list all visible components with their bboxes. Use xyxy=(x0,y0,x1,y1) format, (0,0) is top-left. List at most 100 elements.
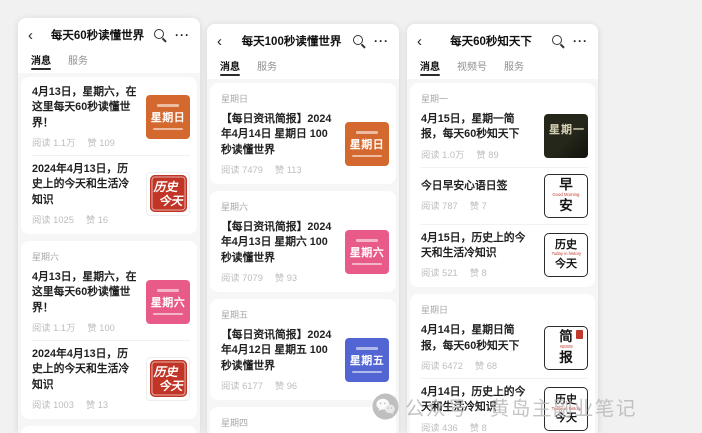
stamp-text-top: 历史 xyxy=(555,240,577,251)
back-icon[interactable]: ‹ xyxy=(217,34,230,49)
tab-messages[interactable]: 消息 xyxy=(219,56,241,79)
search-icon[interactable] xyxy=(154,29,166,41)
group-day-label: 星期五 xyxy=(32,428,190,433)
article-title: 4月15日，历史上的今天和生活冷知识 xyxy=(421,231,536,262)
article-item[interactable]: 4月13日，星期六，在这里每天60秒读懂世界！阅读 1.1万赞 100星期六 xyxy=(32,264,190,340)
read-count: 阅读 1.0万 xyxy=(421,147,464,161)
tab-channels[interactable]: 视频号 xyxy=(456,56,488,79)
article-item[interactable]: 2024年4月13日，历史上的今天和生活冷知识阅读 1025赞 16 历史今天 xyxy=(32,155,190,232)
article-thumbnail: 星期六 xyxy=(345,230,389,274)
article-item[interactable]: 4月15日，历史上的今天和生活冷知识阅读 521 赞 8 历史Today in hi… xyxy=(421,224,588,286)
like-count: 赞 7 xyxy=(470,198,487,212)
stamp-text-bottom: 安 xyxy=(559,199,573,213)
article-item[interactable]: 【每日资讯简报】2024年4月13日 星期六 100秒读懂世界阅读 7079赞 … xyxy=(221,214,389,290)
back-icon[interactable]: ‹ xyxy=(417,34,430,49)
article-title: 2024年4月13日，历史上的今天和生活冷知识 xyxy=(32,162,138,208)
thumbnail-deco xyxy=(352,263,382,265)
article-stats: 阅读 7079赞 93 xyxy=(221,270,337,284)
article-group-card: 星期一4月15日，星期一简报，每天60秒知天下阅读 1.0万赞 89星期一今日早… xyxy=(410,83,595,287)
article-item[interactable]: 2024年4月13日，历史上的今天和生活冷知识阅读 1003赞 13历史今天 xyxy=(32,340,190,417)
header-actions: ··· xyxy=(552,35,588,47)
group-day-label: 星期四 xyxy=(221,409,389,430)
article-item[interactable]: 今日早安心语日签阅读 787赞 7早Good Morning安 xyxy=(421,167,588,224)
back-icon[interactable]: ‹ xyxy=(28,28,41,43)
thumbnail-deco xyxy=(153,128,183,130)
official-account-panel: ‹每天60秒读懂世界···消息服务4月13日，星期六，在这里每天60秒读懂世界！… xyxy=(18,18,200,433)
tab-messages[interactable]: 消息 xyxy=(30,50,52,73)
article-title: 4月13日，星期六，在这里每天60秒读懂世界！ xyxy=(32,85,138,131)
thumbnail-deco xyxy=(356,131,378,134)
article-item[interactable]: 【每日资讯简报】2024年4月12日 星期五 100秒读懂世界阅读 6177 赞 … xyxy=(221,322,389,398)
thumbnail-deco xyxy=(153,313,183,315)
more-icon[interactable]: ··· xyxy=(175,29,190,41)
tab-services[interactable]: 服务 xyxy=(256,56,278,79)
like-count: 赞 96 xyxy=(275,378,297,392)
wechat-logo-icon xyxy=(372,393,399,420)
stamp-red-corner xyxy=(576,330,583,339)
more-icon[interactable]: ··· xyxy=(374,35,389,47)
thumbnail-day-text: 星期五 xyxy=(350,352,385,368)
article-group-card: 星期日【每日资讯简报】2024年4月14日 星期日 100秒读懂世界阅读 747… xyxy=(210,83,396,184)
thumbnail-day-text: 星期日 xyxy=(350,136,385,152)
article-item[interactable]: 4月14日，星期日简报，每天60秒知天下阅读 6472赞 68简NEWS报 xyxy=(421,317,588,378)
article-thumbnail: 历史今天 xyxy=(146,357,190,401)
article-group-card: 星期六4月13日，星期六，在这里每天60秒读懂世界！阅读 1.1万赞 100星期… xyxy=(21,241,197,419)
group-day-label: 星期一 xyxy=(421,85,588,106)
like-count: 赞 100 xyxy=(87,320,114,334)
watermark: 公众号 · 黄岛主副业笔记 xyxy=(372,392,637,421)
thumbnail-deco xyxy=(352,371,382,373)
search-icon[interactable] xyxy=(552,35,564,47)
article-thumbnail: 历史Today in history今天 xyxy=(544,233,588,277)
tab-bar: 消息服务 xyxy=(207,52,399,79)
tab-services[interactable]: 服务 xyxy=(67,50,89,73)
like-count: 赞 113 xyxy=(275,162,302,176)
stamp-text-bottom: 报 xyxy=(559,351,573,365)
article-title: 4月14日，星期日简报，每天60秒知天下 xyxy=(421,323,536,354)
article-item[interactable]: 4月13日，星期六，在这里每天60秒读懂世界！阅读 1.1万赞 109星期日 xyxy=(32,79,190,155)
seal-text-bottom: 今天 xyxy=(158,192,182,209)
panel-header: ‹每天100秒读懂世界 ··· xyxy=(207,24,399,52)
search-icon[interactable] xyxy=(353,35,365,47)
article-thumbnail: 简NEWS报 xyxy=(544,326,588,370)
article-stats: 阅读 436 赞 8 xyxy=(421,420,536,433)
article-list: 星期一4月15日，星期一简报，每天60秒知天下阅读 1.0万赞 89星期一今日早… xyxy=(407,79,598,433)
article-item[interactable]: 4月15日，星期一简报，每天60秒知天下阅读 1.0万赞 89星期一 xyxy=(421,106,588,167)
header-actions: ··· xyxy=(353,35,389,47)
article-group-card: 星期五4月12日，星期五，在这里每天60秒读懂世界！阅读 1.3万赞 120星期… xyxy=(21,426,197,433)
article-text: 4月14日，星期日简报，每天60秒知天下阅读 6472赞 68 xyxy=(421,323,536,372)
thumbnail-deco xyxy=(356,239,378,242)
article-item[interactable]: 【每日资讯简报】2024年4月14日 星期日 100秒读懂世界阅读 7479赞 … xyxy=(221,106,389,182)
like-count: 赞 109 xyxy=(87,135,114,149)
like-count: 赞 8 xyxy=(470,420,487,433)
tab-messages[interactable]: 消息 xyxy=(419,56,441,79)
article-stats: 阅读 1.1万赞 109 xyxy=(32,135,138,149)
article-text: 4月13日，星期六，在这里每天60秒读懂世界！ 阅读 1.1万赞 109 xyxy=(32,85,138,149)
article-title: 【每日资讯简报】2024年4月13日 星期六 100秒读懂世界 xyxy=(221,220,337,266)
thumbnail-deco xyxy=(356,347,378,350)
article-title: 【每日资讯简报】2024年4月12日 星期五 100秒读懂世界 xyxy=(221,328,337,374)
like-count: 赞 8 xyxy=(470,265,487,279)
thumbnail-deco xyxy=(157,289,179,292)
history-seal: 历史今天 xyxy=(150,175,187,212)
seal-text-bottom: 今天 xyxy=(158,377,182,394)
read-count: 阅读 1.1万 xyxy=(32,320,75,334)
official-account-panel: ‹每天100秒读懂世界 ··· 消息服务星期日【每日资讯简报】2024年4月14日 … xyxy=(207,24,399,433)
read-count: 阅读 6177 xyxy=(221,378,263,392)
article-title: 【每日资讯简报】2024年4月14日 星期日 100秒读懂世界 xyxy=(221,112,337,158)
article-text: 4月13日，星期六，在这里每天60秒读懂世界！阅读 1.1万赞 100 xyxy=(32,270,138,334)
thumbnail-deco xyxy=(157,104,179,107)
account-title: 每天60秒知天下 xyxy=(430,33,552,49)
read-count: 阅读 521 xyxy=(421,265,458,279)
article-stats: 阅读 1025赞 16 xyxy=(32,212,138,226)
article-group-card: 4月13日，星期六，在这里每天60秒读懂世界！阅读 1.1万赞 109星期日20… xyxy=(21,77,197,234)
more-icon[interactable]: ··· xyxy=(573,35,588,47)
history-seal: 历史今天 xyxy=(150,360,187,397)
tab-services[interactable]: 服务 xyxy=(503,56,525,79)
article-text: 4月15日，星期一简报，每天60秒知天下阅读 1.0万赞 89 xyxy=(421,112,536,161)
account-title: 每天100秒读懂世界 xyxy=(230,33,353,49)
panel-header: ‹每天60秒知天下 ··· xyxy=(407,24,598,52)
read-count: 阅读 436 xyxy=(421,420,458,433)
like-count: 赞 16 xyxy=(86,212,108,226)
group-day-label: 星期六 xyxy=(221,193,389,214)
article-thumbnail: 早Good Morning安 xyxy=(544,174,588,218)
